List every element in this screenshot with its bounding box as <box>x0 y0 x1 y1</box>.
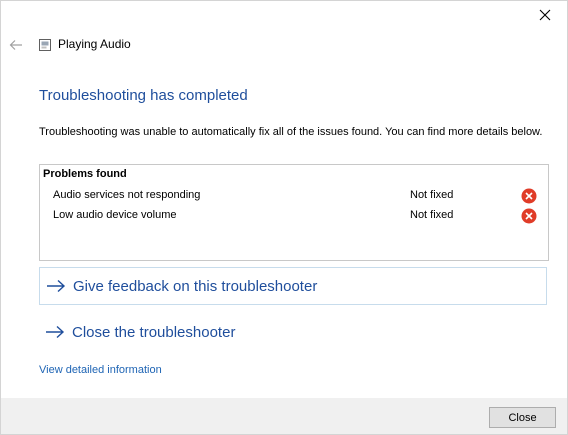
problem-name: Low audio device volume <box>53 209 177 221</box>
close-icon <box>539 9 551 21</box>
problem-status: Not fixed <box>410 189 454 201</box>
close-troubleshooter-link[interactable]: Close the troubleshooter <box>39 313 547 351</box>
page-heading: Troubleshooting has completed <box>39 87 248 104</box>
back-button[interactable] <box>6 35 26 55</box>
dialog-footer: Close <box>1 398 567 434</box>
problem-status: Not fixed <box>410 209 454 221</box>
problem-row[interactable]: Audio services not responding Not fixed <box>40 188 548 206</box>
give-feedback-link[interactable]: Give feedback on this troubleshooter <box>39 267 547 305</box>
close-button[interactable]: Close <box>489 407 556 428</box>
error-circle-icon <box>521 208 537 224</box>
troubleshooter-app-icon <box>39 39 51 51</box>
problems-found-panel: Problems found Audio services not respon… <box>39 164 549 261</box>
troubleshooter-window: Playing Audio Troubleshooting has comple… <box>0 0 568 435</box>
close-troubleshooter-label: Close the troubleshooter <box>72 323 236 341</box>
title-bar <box>1 1 567 31</box>
give-feedback-label: Give feedback on this troubleshooter <box>73 277 318 295</box>
arrow-right-icon <box>45 324 65 340</box>
back-arrow-icon <box>9 40 22 50</box>
arrow-right-icon <box>46 278 66 294</box>
view-detailed-information-link[interactable]: View detailed information <box>39 364 162 376</box>
error-circle-icon <box>521 188 537 204</box>
page-description: Troubleshooting was unable to automatica… <box>39 126 543 138</box>
navigation-row: Playing Audio <box>1 33 567 57</box>
problem-name: Audio services not responding <box>53 189 201 201</box>
problem-row[interactable]: Low audio device volume Not fixed <box>40 208 548 226</box>
app-title: Playing Audio <box>58 37 131 51</box>
window-close-button[interactable] <box>531 3 559 27</box>
problems-found-title: Problems found <box>43 168 127 180</box>
